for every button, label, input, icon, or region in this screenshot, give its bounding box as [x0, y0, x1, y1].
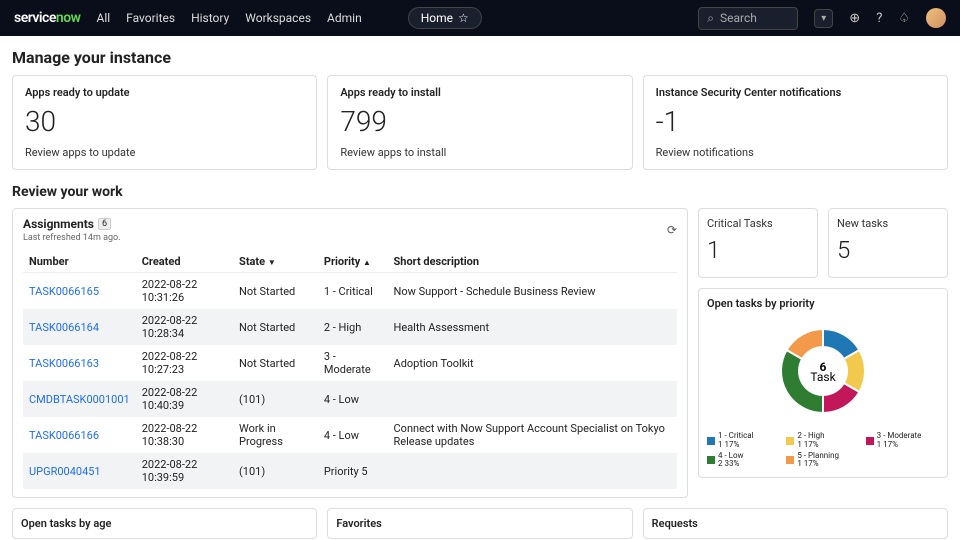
table-row[interactable]: UPGR00404512022-08-22 10:39:59(101)Prior… [23, 453, 677, 489]
legend-item[interactable]: 5 - Planning1 17% [786, 452, 859, 470]
nav-favorites[interactable]: Favorites [126, 11, 175, 25]
critical-tasks-card[interactable]: Critical Tasks 1 [698, 208, 818, 278]
card-apps-install[interactable]: Apps ready to install 799 Review apps to… [327, 75, 632, 170]
new-tasks-card[interactable]: New tasks 5 [828, 208, 948, 278]
legend-item[interactable]: 4 - Low2 33% [707, 452, 780, 470]
section-title-review: Review your work [12, 184, 948, 200]
svg-text:Task: Task [810, 370, 836, 384]
search-icon: ⌕ [707, 11, 714, 26]
assignments-panel: Assignments 6 Last refreshed 14m ago. ⟳ … [12, 208, 688, 498]
task-number-link[interactable]: UPGR0040451 [23, 453, 136, 489]
task-number-link[interactable]: TASK0066165 [23, 273, 136, 310]
topbar: servicenow All Favorites History Workspa… [0, 0, 960, 36]
legend-swatch [707, 437, 715, 445]
table-row[interactable]: TASK00661652022-08-22 10:31:26Not Starte… [23, 273, 677, 310]
globe-icon[interactable]: ⊕ [849, 11, 860, 26]
star-icon: ☆ [458, 11, 469, 25]
col-created[interactable]: Created [136, 251, 233, 273]
help-icon[interactable]: ? [876, 11, 882, 26]
nav-all[interactable]: All [96, 11, 110, 25]
legend-swatch [786, 456, 794, 464]
home-pill[interactable]: Home ☆ [408, 7, 482, 29]
col-desc[interactable]: Short description [388, 251, 677, 273]
summary-cards: Apps ready to update 30 Review apps to u… [12, 75, 948, 170]
open-tasks-by-age-panel[interactable]: Open tasks by age [12, 508, 317, 539]
assignments-table: Number Created State ▼ Priority ▲ Short … [23, 251, 677, 489]
card-apps-update[interactable]: Apps ready to update 30 Review apps to u… [12, 75, 317, 170]
legend-swatch [786, 437, 794, 445]
col-state[interactable]: State ▼ [233, 251, 318, 273]
table-row[interactable]: TASK00661632022-08-22 10:27:23Not Starte… [23, 345, 677, 381]
col-number[interactable]: Number [23, 251, 136, 273]
refresh-icon[interactable]: ⟳ [667, 223, 677, 237]
page-title: Manage your instance [12, 48, 948, 67]
primary-nav: All Favorites History Workspaces Admin [96, 11, 361, 25]
avatar[interactable] [926, 8, 946, 28]
table-row[interactable]: CMDBTASK00010012022-08-22 10:40:39(101)4… [23, 381, 677, 417]
table-row[interactable]: TASK00661642022-08-22 10:28:34Not Starte… [23, 309, 677, 345]
open-tasks-chart: Open tasks by priority 6Task 1 - Critica… [698, 288, 948, 478]
page-content: Manage your instance Apps ready to updat… [0, 36, 960, 540]
logo[interactable]: servicenow [14, 10, 80, 26]
chevron-down-icon: ▼ [268, 258, 276, 267]
nav-admin[interactable]: Admin [327, 11, 362, 25]
task-number-link[interactable]: TASK0066166 [23, 417, 136, 453]
legend-swatch [707, 456, 715, 464]
nav-workspaces[interactable]: Workspaces [245, 11, 311, 25]
task-number-link[interactable]: TASK0066163 [23, 345, 136, 381]
bell-icon[interactable]: ♤ [898, 11, 910, 26]
task-number-link[interactable]: CMDBTASK0001001 [23, 381, 136, 417]
task-number-link[interactable]: TASK0066164 [23, 309, 136, 345]
chevron-up-icon: ▲ [363, 258, 371, 267]
legend-item[interactable]: 3 - Moderate1 17% [866, 432, 939, 450]
col-priority[interactable]: Priority ▲ [318, 251, 388, 273]
search-dropdown[interactable]: ▾ [814, 9, 833, 28]
legend-swatch [866, 437, 874, 445]
refresh-note: Last refreshed 14m ago. [23, 233, 121, 243]
requests-panel[interactable]: Requests [643, 508, 948, 539]
nav-history[interactable]: History [191, 11, 229, 25]
legend-item[interactable]: 2 - High1 17% [786, 432, 859, 450]
legend-item[interactable]: 1 - Critical1 17% [707, 432, 780, 450]
table-row[interactable]: TASK00661662022-08-22 10:38:30Work in Pr… [23, 417, 677, 453]
assignments-count-badge: 6 [98, 218, 111, 230]
favorites-panel[interactable]: Favorites [327, 508, 632, 539]
card-security[interactable]: Instance Security Center notifications -… [643, 75, 948, 170]
search-input[interactable]: ⌕ Search [698, 7, 798, 30]
